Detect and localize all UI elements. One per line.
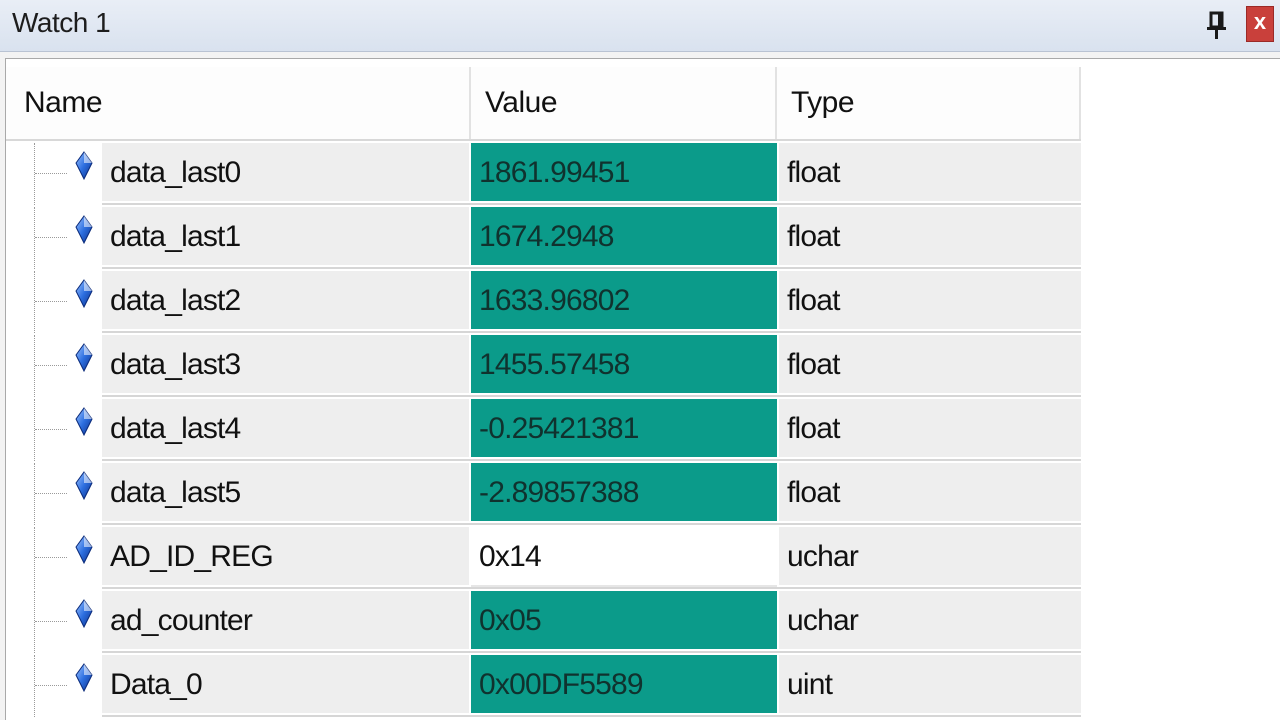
tree-branch-line xyxy=(35,621,67,622)
watch-window: Watch 1 x Name Value Type data_last0 1861… xyxy=(0,0,1280,720)
variable-name[interactable]: data_last3 xyxy=(102,335,469,395)
row-divider xyxy=(102,459,1081,461)
variable-diamond-icon xyxy=(74,277,94,311)
tree-branch-line xyxy=(35,685,67,686)
variable-type: float xyxy=(777,271,1081,331)
variable-diamond-icon xyxy=(74,149,94,183)
variable-type: float xyxy=(777,463,1081,523)
tree-branch-line xyxy=(35,173,67,174)
variable-type: float xyxy=(777,335,1081,395)
tree-branch-line xyxy=(35,301,67,302)
tree-connector-line xyxy=(34,655,35,717)
variable-value[interactable]: 1633.96802 xyxy=(471,271,777,331)
pin-icon[interactable] xyxy=(1204,8,1230,42)
variable-diamond-icon xyxy=(74,533,94,567)
row-divider xyxy=(102,715,1081,717)
tree-connector-line xyxy=(34,591,35,653)
tree-branch-line xyxy=(35,237,67,238)
table-row[interactable]: data_last2 1633.96802 float xyxy=(6,271,1081,333)
variable-type: float xyxy=(777,399,1081,459)
variable-type: uint xyxy=(777,655,1081,715)
row-divider xyxy=(102,203,1081,205)
table-row[interactable]: data_last4 -0.25421381 float xyxy=(6,399,1081,461)
table-row[interactable]: data_last1 1674.2948 float xyxy=(6,207,1081,269)
close-icon: x xyxy=(1253,9,1267,34)
variable-type: float xyxy=(777,207,1081,267)
watch-panel: Name Value Type data_last0 1861.99451 floa… xyxy=(5,58,1280,720)
variable-value[interactable]: 0x00DF5589 xyxy=(471,655,777,715)
variable-diamond-icon xyxy=(74,661,94,695)
variable-value[interactable]: 1455.57458 xyxy=(471,335,777,395)
variable-type: uchar xyxy=(777,591,1081,651)
variable-diamond-icon xyxy=(74,341,94,375)
table-row[interactable]: ad_counter 0x05 uchar xyxy=(6,591,1081,653)
row-divider xyxy=(102,395,1081,397)
variable-value[interactable]: 0x14 xyxy=(471,527,777,587)
variable-type: uchar xyxy=(777,527,1081,587)
row-divider xyxy=(102,523,1081,525)
variable-type: float xyxy=(777,143,1081,203)
variable-diamond-icon xyxy=(74,597,94,631)
variable-name[interactable]: data_last0 xyxy=(102,143,469,203)
variable-diamond-icon xyxy=(74,213,94,247)
variable-diamond-icon xyxy=(74,469,94,503)
variable-value[interactable]: -2.89857388 xyxy=(471,463,777,523)
tree-branch-line xyxy=(35,365,67,366)
variable-name[interactable]: data_last5 xyxy=(102,463,469,523)
tree-branch-line xyxy=(35,493,67,494)
table-row[interactable]: data_last3 1455.57458 float xyxy=(6,335,1081,397)
window-title: Watch 1 xyxy=(12,7,111,38)
variable-value[interactable]: -0.25421381 xyxy=(471,399,777,459)
close-button[interactable]: x xyxy=(1246,6,1274,42)
tree-connector-line xyxy=(34,143,35,205)
variable-value[interactable]: 1861.99451 xyxy=(471,143,777,203)
table-row[interactable]: data_last5 -2.89857388 float xyxy=(6,463,1081,525)
table-row[interactable]: Data_0 0x00DF5589 uint xyxy=(6,655,1081,717)
row-divider xyxy=(102,651,1081,653)
variable-name[interactable]: data_last4 xyxy=(102,399,469,459)
variable-name[interactable]: data_last1 xyxy=(102,207,469,267)
row-divider xyxy=(102,267,1081,269)
column-header-value[interactable]: Value xyxy=(471,67,777,139)
tree-connector-line xyxy=(34,527,35,589)
row-divider xyxy=(102,587,1081,589)
column-header-type[interactable]: Type xyxy=(777,67,1081,139)
tree-connector-line xyxy=(34,399,35,461)
table-row[interactable]: data_last0 1861.99451 float xyxy=(6,143,1081,205)
tree-connector-line xyxy=(34,271,35,333)
column-header-name[interactable]: Name xyxy=(6,67,471,139)
tree-branch-line xyxy=(35,557,67,558)
variable-value[interactable]: 0x05 xyxy=(471,591,777,651)
tree-connector-line xyxy=(34,207,35,269)
table-row[interactable]: AD_ID_REG 0x14 uchar xyxy=(6,527,1081,589)
variable-name[interactable]: data_last2 xyxy=(102,271,469,331)
tree-branch-line xyxy=(35,429,67,430)
row-divider xyxy=(102,331,1081,333)
tree-connector-line xyxy=(34,335,35,397)
variable-name[interactable]: AD_ID_REG xyxy=(102,527,469,587)
variable-diamond-icon xyxy=(74,405,94,439)
variable-value[interactable]: 1674.2948 xyxy=(471,207,777,267)
tree-connector-line xyxy=(34,463,35,525)
column-header: Name Value Type xyxy=(6,67,1081,141)
variable-name[interactable]: Data_0 xyxy=(102,655,469,715)
variable-name[interactable]: ad_counter xyxy=(102,591,469,651)
title-bar[interactable]: Watch 1 x xyxy=(0,0,1280,52)
